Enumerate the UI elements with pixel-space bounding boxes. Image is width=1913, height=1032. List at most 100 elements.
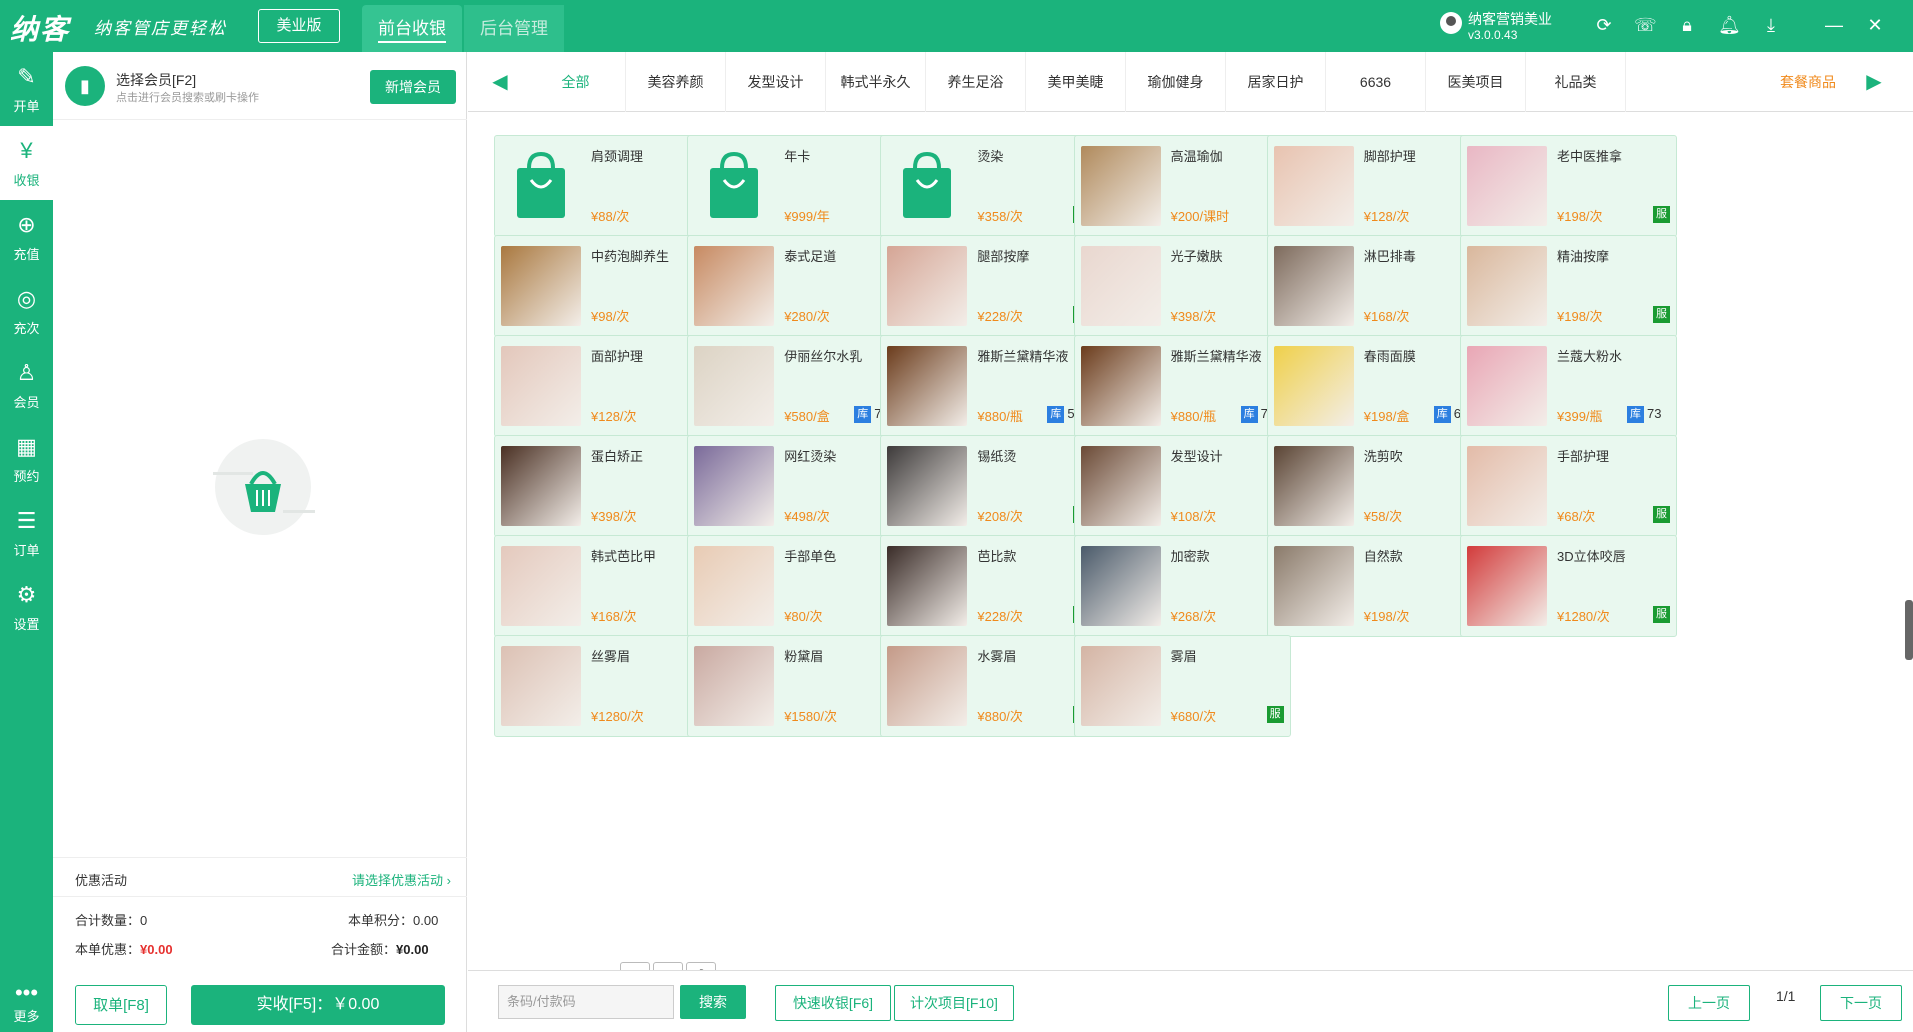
product-card[interactable]: 春雨面膜¥198/盒库62: [1266, 335, 1484, 437]
checkout-button[interactable]: 实收[F5]：￥0.00: [191, 985, 445, 1025]
sidebar-item-open-order[interactable]: ✎ 开单: [0, 52, 53, 126]
product-card[interactable]: 烫染¥358/次服: [880, 135, 1098, 237]
product-card[interactable]: 精油按摩 ¥198/次 服: [1460, 235, 1677, 337]
category-tab[interactable]: 韩式半永久: [826, 52, 926, 112]
sidebar-item-label: 订单: [13, 543, 40, 558]
product-card[interactable]: 手部单色¥80/次服: [687, 535, 905, 637]
product-card[interactable]: 淋巴排毒¥168/次服: [1266, 235, 1484, 337]
product-card[interactable]: 光子嫩肤¥398/次服: [1073, 235, 1291, 337]
product-card[interactable]: 脚部护理¥128/次服: [1266, 135, 1484, 237]
product-card[interactable]: 面部护理¥128/次服: [494, 335, 711, 437]
next-page-button[interactable]: 下一页: [1820, 985, 1902, 1021]
product-card[interactable]: 兰蔻大粉水 ¥399/瓶 库 73: [1460, 335, 1677, 437]
category-tab[interactable]: 全部: [526, 52, 626, 112]
sidebar-item-more[interactable]: ••• 更多: [0, 982, 53, 1032]
product-card[interactable]: 雅斯兰黛精华液 ¥880/瓶库 7: [1073, 335, 1291, 437]
count-items-button[interactable]: 计次项目[F10]: [894, 985, 1014, 1021]
calendar-icon: ▦: [16, 434, 37, 459]
product-image: [1080, 546, 1161, 626]
quick-cashier-button[interactable]: 快速收银[F6]: [775, 985, 891, 1021]
product-grid: 肩颈调理¥88/次服年卡¥999/年服烫染¥358/次服高温瑜伽¥200/课时服…: [468, 113, 1913, 963]
product-card[interactable]: 水雾眉¥880/次服: [880, 635, 1098, 737]
tab-backend-management[interactable]: 后台管理: [464, 5, 564, 52]
product-card[interactable]: 粉黛眉¥1580/次服: [687, 635, 905, 737]
category-tab[interactable]: 礼品类: [1526, 52, 1626, 112]
product-card[interactable]: 年卡¥999/年服: [687, 135, 905, 237]
category-tab[interactable]: 居家日护: [1226, 52, 1326, 112]
scroll-left-icon[interactable]: ◀: [486, 52, 514, 112]
promotion-label: 优惠活动: [75, 873, 128, 888]
order-discount-label: 本单优惠：: [75, 942, 141, 957]
sidebar-item-label: 收银: [13, 173, 40, 188]
category-tab[interactable]: 套餐商品: [1758, 52, 1858, 112]
prev-page-button[interactable]: 上一页: [1668, 985, 1750, 1021]
edition-badge[interactable]: 美业版: [258, 9, 340, 43]
promotion-select[interactable]: 请选择优惠活动 ›: [352, 870, 451, 889]
sidebar-item-appointment[interactable]: ▦ 预约: [0, 422, 53, 496]
category-tab[interactable]: 养生足浴: [926, 52, 1026, 112]
edit-icon: ✎: [17, 64, 36, 89]
search-button[interactable]: 搜索: [680, 985, 746, 1019]
download-icon[interactable]: ⤓: [1760, 14, 1782, 36]
order-points: 本单积分：0.00: [348, 910, 438, 929]
add-member-button[interactable]: 新增会员: [370, 70, 456, 104]
category-tab[interactable]: 6636: [1326, 52, 1426, 112]
product-image: [694, 646, 775, 726]
promotion-row[interactable]: 优惠活动 请选择优惠活动 ›: [53, 857, 467, 897]
total-amount-label: 合计金额：: [331, 942, 397, 957]
category-tab[interactable]: 发型设计: [726, 52, 826, 112]
category-tab[interactable]: 医美项目: [1426, 52, 1526, 112]
product-price: ¥208/次: [977, 509, 1023, 524]
product-card[interactable]: 中药泡脚养生¥98/次服: [494, 235, 711, 337]
product-price: ¥80/次: [784, 609, 823, 624]
product-card[interactable]: 锡纸烫¥208/次服: [880, 435, 1098, 537]
product-card[interactable]: 洗剪吹¥58/次服: [1266, 435, 1484, 537]
lock-icon[interactable]: 🔒︎: [1676, 14, 1698, 36]
sidebar-item-orders[interactable]: ☰ 订单: [0, 496, 53, 570]
support-icon[interactable]: ☏: [1634, 14, 1657, 36]
product-card[interactable]: 韩式芭比甲¥168/次服: [494, 535, 711, 637]
product-card[interactable]: 雅斯兰黛精华液¥880/瓶库56: [880, 335, 1098, 437]
product-price: ¥88/次: [591, 209, 630, 224]
product-card[interactable]: 手部护理 ¥68/次 服: [1460, 435, 1677, 537]
product-card[interactable]: 3D立体咬唇 ¥1280/次 服: [1460, 535, 1677, 637]
product-card[interactable]: 泰式足道¥280/次服: [687, 235, 905, 337]
product-card[interactable]: 加密款¥268/次服: [1073, 535, 1291, 637]
product-name: 雅斯兰黛精华液: [1170, 349, 1262, 364]
bell-icon[interactable]: 🔔︎: [1718, 14, 1741, 36]
barcode-input[interactable]: 条码/付款码: [498, 985, 674, 1019]
total-quantity-value: 0: [140, 913, 148, 928]
product-card[interactable]: 老中医推拿 ¥198/次 服: [1460, 135, 1677, 237]
product-card[interactable]: 腿部按摩¥228/次服: [880, 235, 1098, 337]
sidebar-item-settings[interactable]: ⚙ 设置: [0, 570, 53, 644]
sidebar-item-recharge-times[interactable]: ◎ 充次: [0, 274, 53, 348]
category-tab[interactable]: 瑜伽健身: [1126, 52, 1226, 112]
product-card[interactable]: 蛋白矫正¥398/次服: [494, 435, 711, 537]
retrieve-order-button[interactable]: 取单[F8]: [75, 985, 167, 1025]
product-card[interactable]: 高温瑜伽¥200/课时服: [1073, 135, 1291, 237]
sidebar-item-members[interactable]: ♙ 会员: [0, 348, 53, 422]
sync-icon[interactable]: ⟳: [1593, 14, 1615, 36]
category-tab[interactable]: 美甲美睫: [1026, 52, 1126, 112]
close-icon[interactable]: ✕: [1864, 14, 1886, 36]
user-icon: ♙: [16, 360, 37, 385]
product-card[interactable]: 发型设计¥108/次服: [1073, 435, 1291, 537]
tab-front-cashier[interactable]: 前台收银: [362, 5, 462, 52]
scroll-right-icon[interactable]: ▶: [1860, 52, 1888, 112]
product-card[interactable]: 雾眉 ¥680/次 服: [1073, 635, 1291, 737]
product-card[interactable]: 自然款¥198/次服: [1266, 535, 1484, 637]
sidebar-item-recharge[interactable]: ⊕ 充值: [0, 200, 53, 274]
category-tab[interactable]: 美容养颜: [626, 52, 726, 112]
product-card[interactable]: 网红烫染¥498/次服: [687, 435, 905, 537]
member-selector[interactable]: ▮ 选择会员[F2] 点击进行会员搜索或刷卡操作 新增会员: [53, 52, 467, 120]
total-quantity-label: 合计数量：: [75, 913, 141, 928]
scrollbar[interactable]: [1905, 600, 1913, 660]
product-card[interactable]: 肩颈调理¥88/次服: [494, 135, 711, 237]
product-card[interactable]: 丝雾眉¥1280/次服: [494, 635, 711, 737]
sidebar-item-cashier[interactable]: ¥ 收银: [0, 126, 53, 200]
product-card[interactable]: 芭比款¥228/次服: [880, 535, 1098, 637]
user-info[interactable]: 纳客营销美业 v3.0.0.43: [1440, 8, 1580, 44]
minimize-icon[interactable]: —: [1823, 14, 1845, 36]
product-image: [501, 346, 581, 426]
product-card[interactable]: 伊丽丝尔水乳¥580/盒库72: [687, 335, 905, 437]
